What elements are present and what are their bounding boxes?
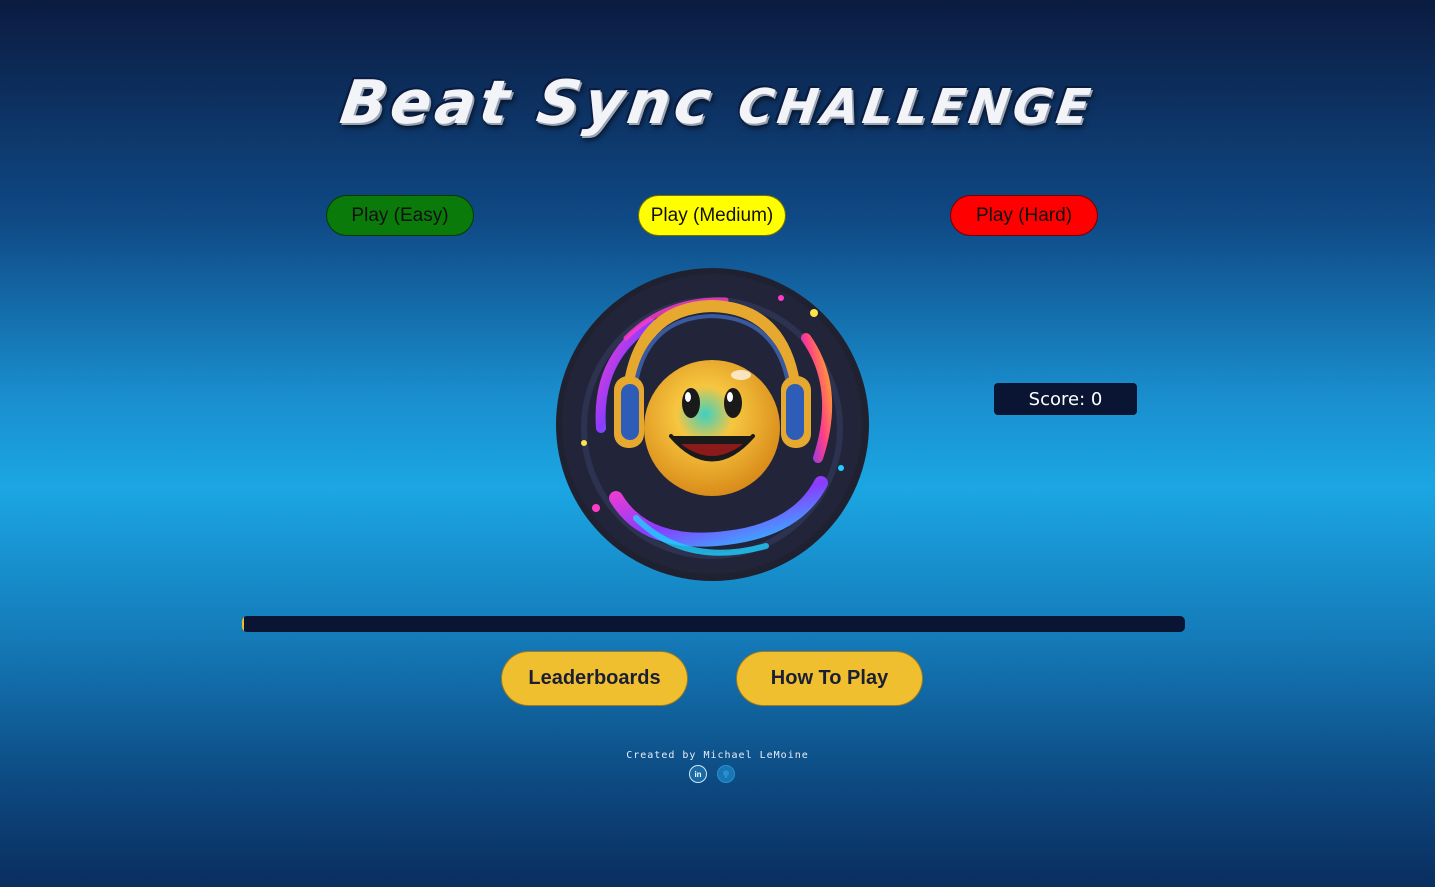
how-to-play-button[interactable]: How To Play [736, 651, 923, 706]
linkedin-icon[interactable]: in [689, 765, 707, 783]
play-easy-button[interactable]: Play (Easy) [326, 195, 474, 236]
github-icon[interactable] [717, 765, 735, 783]
progress-bar [242, 616, 1185, 632]
leaderboards-button[interactable]: Leaderboards [501, 651, 688, 706]
play-hard-button[interactable]: Play (Hard) [950, 195, 1098, 236]
github-icon-glyph [723, 770, 729, 778]
smiley-headphones-icon[interactable] [556, 268, 869, 581]
title-word-beat-sync: Beat Sync [336, 68, 744, 138]
credit-text: Created by Michael LeMoine [626, 750, 809, 761]
progress-fill [242, 616, 244, 632]
score-display: Score: 0 [994, 383, 1137, 415]
title-word-challenge: CHALLENGE [734, 79, 1098, 135]
game-title: Beat Sync CHALLENGE [0, 68, 1435, 138]
linkedin-icon-text: in [694, 769, 702, 779]
play-medium-button[interactable]: Play (Medium) [638, 195, 786, 236]
